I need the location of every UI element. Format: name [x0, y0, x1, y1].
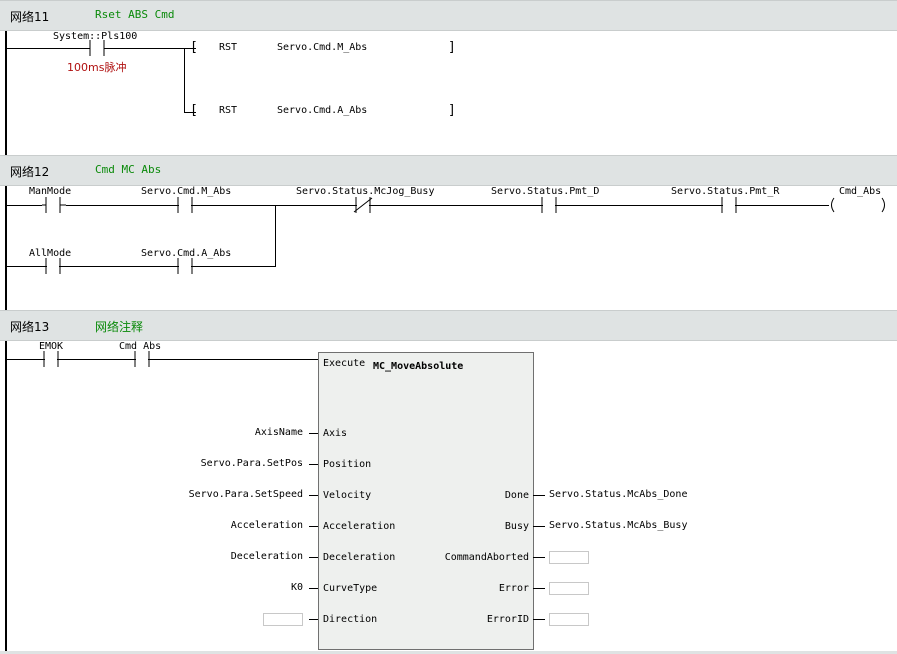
no-contact-icon[interactable]: [42, 197, 66, 214]
input-value[interactable]: K0: [291, 582, 303, 593]
output-pin: Done: [504, 490, 529, 501]
network-comment[interactable]: Cmd MC Abs: [95, 163, 161, 176]
instruction-operand: Servo.Cmd.M_Abs: [277, 42, 368, 53]
no-contact-icon[interactable]: [174, 258, 198, 275]
contact-label[interactable]: ManMode: [29, 186, 71, 197]
no-contact-icon[interactable]: [40, 351, 64, 368]
input-pin: Axis: [323, 428, 348, 439]
network-label: 网络12: [10, 165, 50, 179]
input-value[interactable]: Servo.Para.SetPos: [201, 458, 303, 469]
network-label: 网络13: [10, 320, 50, 334]
no-contact-icon[interactable]: [538, 197, 562, 214]
function-block[interactable]: Execute MC_MoveAbsolute Axis Position Ve…: [318, 352, 534, 650]
nc-contact-icon[interactable]: [352, 197, 376, 214]
output-pin: Error: [498, 583, 529, 594]
network-comment[interactable]: 网络注释: [95, 318, 143, 335]
input-pin: Direction: [323, 614, 378, 625]
input-pin: Position: [323, 459, 372, 470]
input-pin: Acceleration: [323, 521, 396, 532]
contact-label[interactable]: Servo.Cmd.M_Abs: [141, 186, 231, 197]
coil-icon[interactable]: [826, 197, 892, 214]
network-12-header[interactable]: 网络12 Cmd MC Abs: [0, 155, 897, 186]
input-pin: Velocity: [323, 490, 372, 501]
network-11-header[interactable]: 网络11 Rset ABS Cmd: [0, 0, 897, 31]
input-value[interactable]: Deceleration: [231, 551, 303, 562]
contact-comment: 100ms脉冲: [67, 61, 127, 74]
input-value[interactable]: Acceleration: [231, 520, 303, 531]
contact-label[interactable]: Servo.Status.Pmt_D: [491, 186, 599, 197]
no-contact-icon[interactable]: [131, 351, 155, 368]
input-value[interactable]: Servo.Para.SetSpeed: [189, 489, 303, 500]
instruction-operand: Servo.Cmd.A_Abs: [277, 105, 368, 116]
network-comment[interactable]: Rset ABS Cmd: [95, 8, 174, 21]
input-pin: Deceleration: [323, 552, 396, 563]
execute-pin: Execute: [323, 358, 366, 369]
input-value[interactable]: AxisName: [255, 427, 303, 438]
output-value[interactable]: Servo.Status.McAbs_Done: [549, 489, 687, 500]
output-pin: CommandAborted: [444, 552, 529, 563]
block-title: MC_MoveAbsolute: [373, 361, 464, 372]
coil-label[interactable]: Cmd_Abs: [839, 186, 881, 197]
contact-label[interactable]: Servo.Status.Pmt_R: [671, 186, 779, 197]
input-pin: CurveType: [323, 583, 378, 594]
error-output-box[interactable]: [549, 582, 589, 595]
output-pin: ErrorID: [486, 614, 529, 625]
errorid-output-box[interactable]: [549, 613, 589, 626]
output-pin: Busy: [504, 521, 529, 532]
no-contact-icon[interactable]: [718, 197, 742, 214]
no-contact-icon[interactable]: [42, 258, 66, 275]
network-13-header[interactable]: 网络13 网络注释: [0, 310, 897, 341]
network-label: 网络11: [10, 10, 50, 24]
no-contact-icon[interactable]: [174, 197, 198, 214]
command-aborted-output-box[interactable]: [549, 551, 589, 564]
direction-input-box[interactable]: [263, 613, 303, 626]
contact-label[interactable]: Servo.Status.McJog_Busy: [296, 186, 434, 197]
output-value[interactable]: Servo.Status.McAbs_Busy: [549, 520, 687, 531]
